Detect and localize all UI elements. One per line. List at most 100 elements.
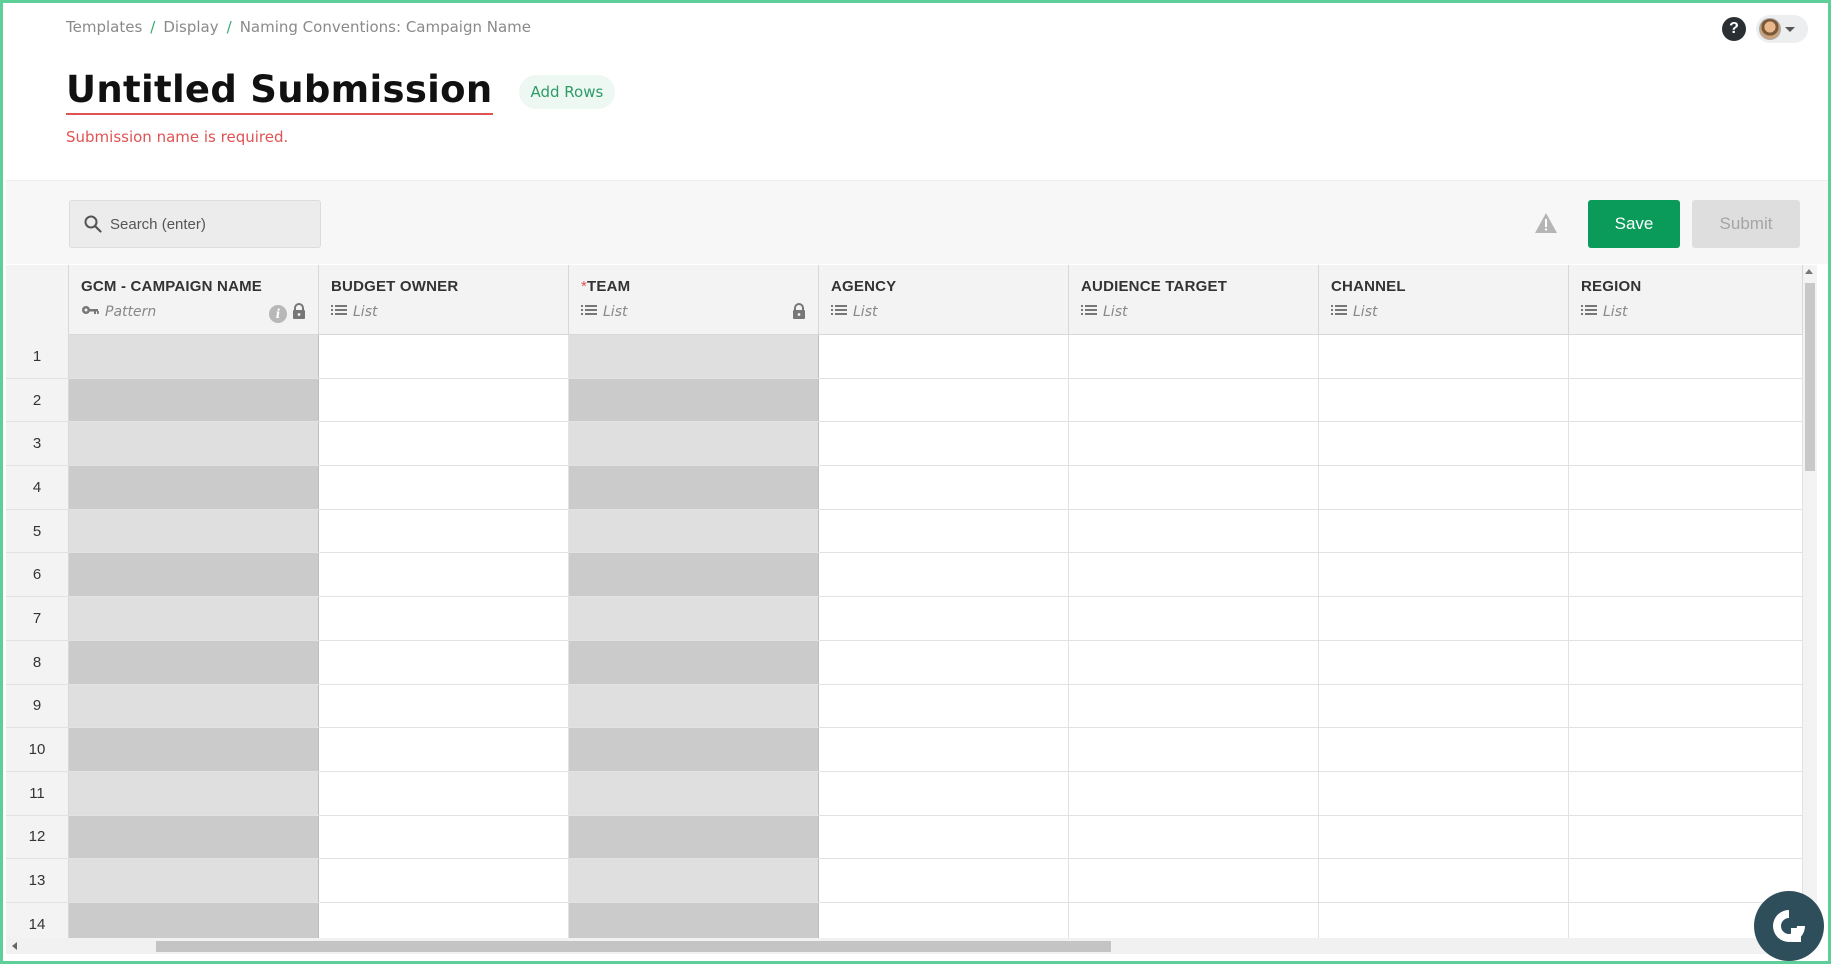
help-icon[interactable]: ? [1722,17,1746,41]
grid-cell[interactable] [319,684,569,728]
grid-cell[interactable] [1569,422,1803,466]
grid-cell[interactable] [1569,684,1803,728]
grid-cell[interactable] [1069,378,1319,422]
grid-cell[interactable] [1569,553,1803,597]
row-number[interactable]: 6 [6,553,69,597]
grid-cell[interactable] [1569,815,1803,859]
grid-cell[interactable] [1319,422,1569,466]
submit-button[interactable]: Submit [1692,200,1800,248]
grid-cell[interactable] [1319,815,1569,859]
row-number[interactable]: 10 [6,728,69,771]
grid-cell[interactable] [1319,378,1569,422]
grid-cell[interactable] [1319,509,1569,553]
column-header[interactable]: *TEAM List [569,265,819,335]
row-number[interactable]: 1 [6,335,69,378]
user-menu-button[interactable] [1756,15,1808,43]
grid-cell[interactable] [1569,378,1803,422]
grid-cell[interactable] [819,422,1069,466]
row-number[interactable]: 4 [6,466,69,509]
grid-cell[interactable] [319,553,569,597]
grid-cell[interactable] [819,640,1069,684]
grid-cell[interactable] [319,815,569,859]
grid-cell[interactable] [1069,815,1319,859]
grid-cell[interactable] [1069,728,1319,771]
grid-cell[interactable] [1569,859,1803,902]
grid-cell[interactable] [319,509,569,553]
grid-cell[interactable] [1319,335,1569,378]
scroll-up-icon[interactable] [1805,269,1813,274]
info-icon[interactable]: i [269,304,287,323]
grid-cell[interactable] [819,815,1069,859]
grid-cell[interactable] [319,771,569,815]
row-number[interactable]: 11 [6,771,69,815]
grid-cell[interactable] [819,335,1069,378]
grid-cell[interactable] [1069,422,1319,466]
grid-cell[interactable] [319,422,569,466]
grid-cell[interactable] [319,466,569,509]
grid-cell[interactable] [819,553,1069,597]
grid-cell[interactable] [1069,859,1319,902]
warning-icon[interactable] [1534,212,1558,234]
grid-cell[interactable] [819,902,1069,939]
row-number[interactable]: 3 [6,422,69,466]
row-number[interactable]: 2 [6,378,69,422]
row-number[interactable]: 7 [6,597,69,640]
grid-cell[interactable] [1569,466,1803,509]
grid-cell[interactable] [1319,728,1569,771]
row-number[interactable]: 14 [6,902,69,939]
grid-cell[interactable] [1569,640,1803,684]
grid-cell[interactable] [1319,684,1569,728]
row-number[interactable]: 13 [6,859,69,902]
grid-cell[interactable] [819,684,1069,728]
row-number[interactable]: 5 [6,509,69,553]
horizontal-scrollbar[interactable] [6,938,1803,954]
add-rows-button[interactable]: Add Rows [518,74,616,109]
grid-cell[interactable] [1069,902,1319,939]
grid-cell[interactable] [319,728,569,771]
grid-cell[interactable] [1069,509,1319,553]
column-header[interactable]: GCM - CAMPAIGN NAME Pattern i [69,265,319,335]
grid-cell[interactable] [819,771,1069,815]
row-number[interactable]: 12 [6,815,69,859]
grid-cell[interactable] [319,640,569,684]
column-header[interactable]: BUDGET OWNER List [319,265,569,335]
grid-cell[interactable] [1069,553,1319,597]
grid-cell[interactable] [1319,553,1569,597]
grid-cell[interactable] [319,335,569,378]
grid-cell[interactable] [1569,509,1803,553]
vertical-scroll-thumb[interactable] [1805,283,1815,471]
breadcrumb-templates[interactable]: Templates [66,18,142,36]
grid-cell[interactable] [1569,597,1803,640]
grid-cell[interactable] [319,597,569,640]
grid-cell[interactable] [1319,902,1569,939]
column-header[interactable]: AGENCY List [819,265,1069,335]
search-input[interactable] [110,215,300,233]
grid-cell[interactable] [319,859,569,902]
grid-cell[interactable] [819,597,1069,640]
grid-cell[interactable] [319,902,569,939]
horizontal-scroll-thumb[interactable] [156,941,1111,952]
vertical-scrollbar[interactable] [1803,265,1817,939]
grid-cell[interactable] [1069,466,1319,509]
breadcrumb-display[interactable]: Display [163,18,218,36]
row-number[interactable]: 8 [6,640,69,684]
chat-launcher-button[interactable] [1754,891,1824,961]
grid-cell[interactable] [1319,771,1569,815]
grid-cell[interactable] [1069,684,1319,728]
scroll-left-icon[interactable] [12,942,17,950]
grid-cell[interactable] [1069,771,1319,815]
grid-cell[interactable] [1319,466,1569,509]
grid-cell[interactable] [1319,859,1569,902]
save-button[interactable]: Save [1588,200,1680,248]
grid-cell[interactable] [819,509,1069,553]
grid-cell[interactable] [819,859,1069,902]
grid-cell[interactable] [819,378,1069,422]
grid-cell[interactable] [1319,597,1569,640]
grid-cell[interactable] [819,728,1069,771]
row-number[interactable]: 9 [6,684,69,728]
column-header[interactable]: REGION List [1569,265,1803,335]
grid-cell[interactable] [1069,335,1319,378]
grid-cell[interactable] [1319,640,1569,684]
column-header[interactable]: CHANNEL List [1319,265,1569,335]
grid-cell[interactable] [1569,335,1803,378]
